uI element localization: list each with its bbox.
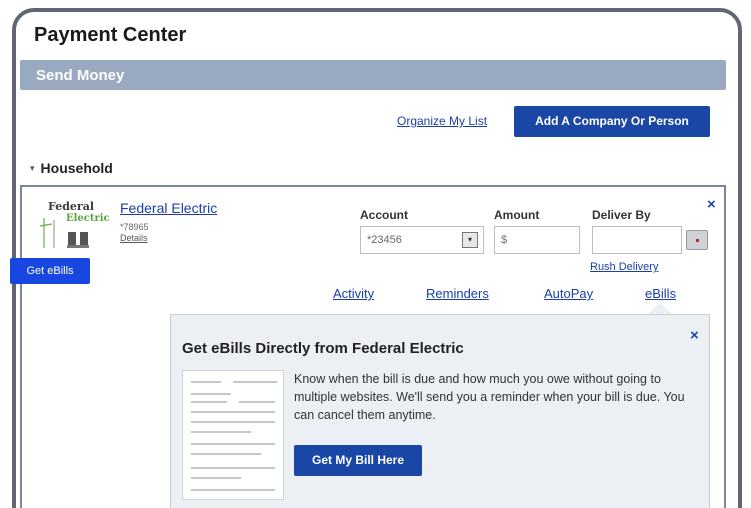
payee-name-link[interactable]: Federal Electric [120, 200, 217, 216]
deliver-by-date-input[interactable] [592, 226, 682, 254]
ebills-panel-title: Get eBills Directly from Federal Electri… [182, 340, 464, 357]
organize-my-list-link[interactable]: Organize My List [397, 114, 487, 128]
dropdown-arrow-icon[interactable]: ▾ [462, 232, 478, 248]
federal-electric-logo: Federal Electric [40, 200, 110, 248]
group-header-household[interactable]: ▾ Household [30, 160, 113, 176]
deliver-by-column-label: Deliver By [592, 208, 651, 222]
account-column-label: Account [360, 208, 408, 222]
tab-autopay[interactable]: AutoPay [544, 286, 593, 301]
add-company-or-person-button[interactable]: Add A Company Or Person [514, 106, 710, 137]
group-name: Household [40, 160, 113, 176]
panel-pointer [648, 302, 672, 314]
calendar-icon[interactable] [686, 230, 708, 250]
sample-bill-thumbnail [182, 370, 284, 500]
ebills-panel-description: Know when the bill is due and how much y… [294, 372, 685, 422]
payee-details-link[interactable]: Details [120, 233, 148, 243]
tab-reminders[interactable]: Reminders [426, 286, 489, 301]
get-my-bill-button[interactable]: Get My Bill Here [294, 445, 422, 476]
close-payee-icon[interactable]: × [707, 197, 716, 212]
section-header-send-money: Send Money [20, 60, 726, 90]
rush-delivery-link[interactable]: Rush Delivery [590, 261, 658, 273]
amount-column-label: Amount [494, 208, 540, 222]
tab-activity[interactable]: Activity [333, 286, 374, 301]
page-title: Payment Center [34, 24, 187, 46]
close-ebills-panel-icon[interactable]: × [690, 328, 699, 343]
payee-account-number: *78965 [120, 222, 149, 232]
logo-text-line2: Electric [66, 213, 110, 224]
get-ebills-tag-button[interactable]: Get eBills [10, 258, 90, 284]
tab-ebills[interactable]: eBills [645, 286, 676, 301]
collapse-caret-icon: ▾ [30, 163, 35, 173]
section-title: Send Money [36, 67, 125, 84]
logo-text-line1: Federal [48, 200, 94, 213]
account-select-value: *23456 [367, 234, 402, 246]
amount-input[interactable] [494, 226, 580, 254]
